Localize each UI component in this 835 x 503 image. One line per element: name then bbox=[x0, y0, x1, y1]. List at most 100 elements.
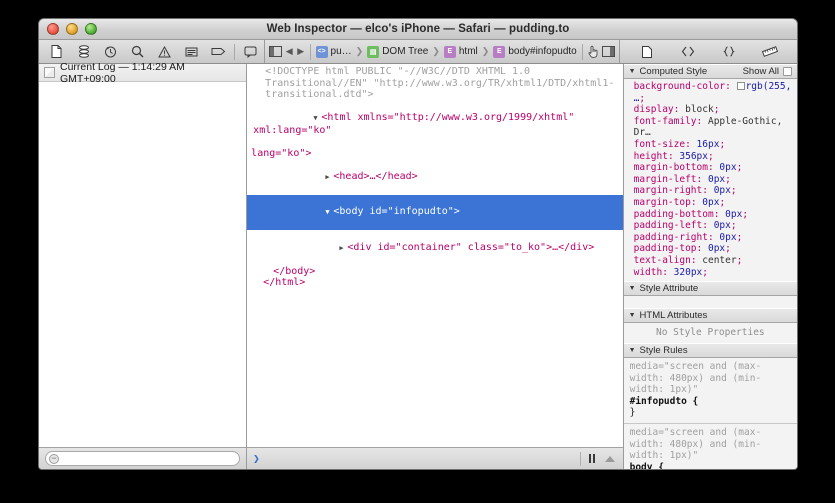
filter-input[interactable]: − bbox=[45, 451, 241, 466]
breadcrumb-label-dom-tree: DOM Tree bbox=[382, 46, 429, 57]
toolbar-divider bbox=[234, 43, 235, 60]
property-row-margin-right: margin-right: 0px; bbox=[633, 185, 737, 197]
warning-triangle-icon[interactable] bbox=[151, 41, 178, 63]
database-icon[interactable] bbox=[70, 41, 97, 63]
dom-line-div-container[interactable]: ▶ <div id="container" class="to_ko">…</di… bbox=[251, 230, 622, 266]
rule-selector: #infopudto { bbox=[629, 395, 699, 407]
minus-circle-icon[interactable]: − bbox=[49, 453, 59, 464]
style-rule-body[interactable]: media="screen and (max-width: 480px) and… bbox=[623, 423, 797, 469]
resources-document-icon[interactable] bbox=[43, 41, 70, 63]
console-prompt[interactable]: ❯ bbox=[247, 452, 579, 465]
breadcrumb-item-page[interactable]: <> pu… bbox=[315, 45, 352, 58]
chevron-down-icon-html-attributes[interactable]: ▼ bbox=[629, 312, 636, 319]
dom-line-head[interactable]: ▶ <head>…</head> bbox=[251, 159, 622, 195]
breadcrumb-separator-3: ❯ bbox=[481, 46, 490, 56]
property-name: padding-top bbox=[633, 243, 697, 255]
property-value: 0px bbox=[707, 173, 726, 185]
inspector-content: Current Log — 1:14:29 AM GMT+09:00 − <!D… bbox=[39, 61, 797, 469]
property-row-font-family: font-family: Apple-Gothic, Dr… bbox=[633, 115, 783, 139]
chevron-down-icon[interactable]: ▼ bbox=[629, 68, 636, 75]
breadcrumb-separator: ❯ bbox=[355, 46, 364, 56]
console-bubble-icon[interactable] bbox=[237, 41, 264, 63]
property-value: 0px bbox=[713, 185, 731, 197]
chevron-down-icon-style-rules[interactable]: ▼ bbox=[629, 347, 636, 354]
curly-braces-icon[interactable] bbox=[716, 41, 743, 63]
log-list-icon[interactable] bbox=[178, 41, 205, 63]
style-rules-header[interactable]: ▼ Style Rules bbox=[623, 343, 797, 359]
property-row-display: display: block; bbox=[633, 104, 720, 116]
style-attribute-body bbox=[623, 296, 797, 309]
show-all-control[interactable]: Show All bbox=[742, 66, 793, 77]
property-value: 0px bbox=[719, 231, 737, 243]
angle-brackets-icon[interactable] bbox=[675, 41, 702, 63]
sidebar-toggle-icon[interactable] bbox=[269, 44, 282, 60]
sidebar-item-current-log[interactable]: Current Log — 1:14:29 AM GMT+09:00 bbox=[39, 61, 247, 85]
show-all-checkbox[interactable] bbox=[783, 67, 793, 76]
breadcrumb-divider bbox=[310, 43, 311, 60]
dom-tree-view[interactable]: <!DOCTYPE html PUBLIC "-//W3C//DTD XHTML… bbox=[247, 64, 623, 447]
tag-icon[interactable] bbox=[205, 41, 232, 63]
rule-selector-2: body { bbox=[629, 461, 664, 469]
show-all-label: Show All bbox=[742, 66, 780, 77]
property-name: text-align bbox=[633, 254, 691, 266]
ruler-icon[interactable] bbox=[757, 41, 784, 63]
log-entry-icon bbox=[44, 67, 55, 78]
chevron-down-icon-style-attribute[interactable]: ▼ bbox=[629, 285, 636, 292]
property-name: margin-right bbox=[633, 185, 703, 197]
dom-line-html-text: <html xmlns="http://www.w3.org/1999/xhtm… bbox=[253, 112, 581, 136]
property-name: padding-right bbox=[633, 231, 708, 243]
dom-line-doctype-3: transitional.dtd"> bbox=[265, 89, 374, 100]
left-sidebar: Current Log — 1:14:29 AM GMT+09:00 − bbox=[39, 61, 248, 469]
color-swatch-icon[interactable] bbox=[736, 82, 745, 90]
property-name: font-size bbox=[633, 138, 686, 150]
style-rule-infopudto[interactable]: media="screen and (max-width: 480px) and… bbox=[623, 358, 797, 424]
computed-style-header[interactable]: ▼ Computed Style Show All bbox=[623, 64, 797, 79]
media-query-text: media="screen and (max-width: 480px) and… bbox=[629, 361, 762, 396]
minimize-button[interactable] bbox=[66, 23, 78, 35]
breadcrumb-item-dom-tree[interactable]: ▤ DOM Tree bbox=[367, 45, 429, 58]
dom-line-body-close: </body> bbox=[273, 265, 316, 277]
breadcrumb-item-body[interactable]: E body#infopudto bbox=[493, 45, 577, 58]
property-row-margin-bottom: margin-bottom: 0px; bbox=[633, 162, 743, 174]
style-attribute-header[interactable]: ▼ Style Attribute bbox=[623, 281, 797, 297]
back-button[interactable]: ◀ bbox=[285, 44, 294, 60]
breadcrumb-bar: ◀ ▶ <> pu… ❯ ▤ DOM Tree ❯ E html ❯ E bod… bbox=[265, 40, 621, 63]
property-name: padding-left bbox=[633, 220, 703, 232]
breadcrumb-label-body: body#infopudto bbox=[508, 46, 577, 57]
computed-style-title: Computed Style bbox=[639, 66, 708, 77]
triangle-up-icon[interactable] bbox=[604, 455, 615, 462]
property-value: center bbox=[702, 254, 737, 266]
dom-panel-footer: ❯ bbox=[247, 447, 623, 469]
breadcrumb-label-html: html bbox=[458, 46, 478, 57]
dom-line-doctype-1: <!DOCTYPE html PUBLIC "-//W3C//DTD XHTML… bbox=[265, 66, 531, 77]
style-sidebar: ▼ Computed Style Show All background-col… bbox=[623, 64, 797, 469]
style-rules-list[interactable]: media="screen and (max-width: 480px) and… bbox=[623, 358, 797, 469]
property-name: margin-top bbox=[633, 196, 691, 208]
property-row-width: width: 320px; bbox=[633, 266, 709, 278]
property-value: 0px bbox=[702, 196, 720, 208]
right-panel-toggle-icon[interactable] bbox=[602, 44, 616, 60]
dom-line-body-selected[interactable]: ▼ <body id="infopudto"> bbox=[247, 194, 623, 230]
zoom-button[interactable] bbox=[85, 23, 97, 35]
property-value: block bbox=[685, 104, 714, 116]
property-row-margin-left: margin-left: 0px; bbox=[633, 173, 731, 185]
pause-icon[interactable] bbox=[588, 454, 595, 463]
dom-line-head-text: <head>…</head> bbox=[333, 170, 418, 182]
document-icon[interactable] bbox=[634, 41, 661, 63]
dom-line-html-open[interactable]: ▼ <html xmlns="http://www.w3.org/1999/xht… bbox=[251, 101, 622, 148]
html-attributes-header[interactable]: ▼ HTML Attributes bbox=[623, 308, 797, 324]
property-name: width bbox=[633, 266, 663, 278]
breadcrumb-item-html[interactable]: E html bbox=[443, 45, 478, 58]
property-row-background-color: background-color: rgb(255, …; bbox=[633, 81, 792, 104]
property-row-text-align: text-align: center; bbox=[633, 254, 743, 266]
property-value: 0px bbox=[719, 162, 737, 174]
search-icon[interactable] bbox=[124, 41, 151, 63]
property-name: height bbox=[633, 150, 668, 162]
property-row-margin-top: margin-top: 0px; bbox=[633, 196, 726, 208]
dom-line-html-close: </html> bbox=[263, 277, 306, 288]
forward-button[interactable]: ▶ bbox=[297, 44, 306, 60]
close-button[interactable] bbox=[47, 23, 59, 35]
property-value: 320px bbox=[673, 266, 703, 278]
timeline-clock-icon[interactable] bbox=[97, 41, 124, 63]
hand-pointer-icon[interactable] bbox=[587, 44, 599, 60]
